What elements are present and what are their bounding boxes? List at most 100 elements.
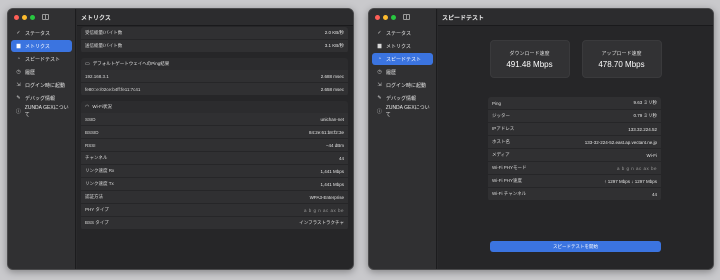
transfer-group: 受信総量/バイト数 2.0 KB/秒送信総量/バイト数 3.1 KB/秒 bbox=[81, 27, 348, 53]
sidebar-item-label: メトリクス bbox=[386, 43, 411, 50]
row-label: fe80::e:/02ce:b4ff:fe11:7c41 bbox=[85, 86, 141, 92]
table-row: ジッター 0.79 ミリ秒 bbox=[488, 110, 661, 123]
upload-card: アップロード速度 478.70 Mbps bbox=[581, 40, 662, 78]
table-row: BSSID 84:2e:61:b8:f2:3e bbox=[81, 126, 348, 139]
row-label: 送信総量/バイト数 bbox=[85, 43, 123, 48]
row-value: 2.658 msec bbox=[320, 86, 344, 92]
row-value: 1,441 Mbps bbox=[320, 168, 344, 174]
sidebar-toggle-icon[interactable] bbox=[42, 14, 49, 20]
download-label: ダウンロード速度 bbox=[509, 50, 550, 57]
ping-section-header: ▭ デフォルトゲートウェイへのPing結果 bbox=[81, 58, 348, 70]
main-content: スピードテスト ダウンロード速度 491.48 Mbps アップロード速度 47… bbox=[438, 9, 713, 269]
row-value: a b g n ac ax be bbox=[616, 165, 657, 171]
sidebar-toggle-icon[interactable] bbox=[403, 14, 410, 20]
table-row: Wi-Fi チャンネル 44 bbox=[488, 188, 661, 201]
table-row: ホスト名 133-32-224-52.east.ap.vectant.ne.jp bbox=[488, 136, 661, 149]
row-label: 受信総量/バイト数 bbox=[85, 30, 123, 35]
sidebar-item-4[interactable]: ⇲ ログイン時に起動 bbox=[372, 79, 433, 91]
start-speedtest-button[interactable]: スピードテストを開始 bbox=[490, 241, 661, 252]
sidebar-item-label: ステータス bbox=[386, 30, 412, 37]
sidebar-item-0[interactable]: ✓ ステータス bbox=[372, 27, 433, 39]
sidebar-item-label: ZUNDA GEXについて bbox=[24, 105, 69, 118]
chart-icon: ▆ bbox=[377, 43, 382, 49]
table-row: BSS タイプ インフラストラクチャ bbox=[81, 217, 348, 230]
monitor-icon: ▭ bbox=[85, 61, 90, 67]
table-row: IPアドレス 133.32.224.52 bbox=[488, 123, 661, 136]
row-label: 認証方法 bbox=[85, 194, 103, 199]
check-icon: ✓ bbox=[377, 30, 382, 36]
row-label: BSS タイプ bbox=[85, 220, 109, 225]
sidebar-item-0[interactable]: ✓ ステータス bbox=[11, 27, 72, 39]
table-row: 送信総量/バイト数 3.1 KB/秒 bbox=[81, 40, 348, 53]
sidebar-item-2[interactable]: ◔ スピードテスト bbox=[372, 53, 433, 65]
row-value: 133.32.224.52 bbox=[628, 126, 657, 132]
close-button[interactable] bbox=[375, 15, 380, 20]
login-icon: ⇲ bbox=[377, 82, 382, 88]
speedometer-icon: ◔ bbox=[16, 56, 21, 62]
sidebar-item-6[interactable]: ⓘ ZUNDA GEXについて bbox=[372, 105, 433, 118]
table-row: RSSI −44 dBm bbox=[81, 139, 348, 152]
table-row: 認証方法 WPA3-Enterprise bbox=[81, 191, 348, 204]
row-value: a b g n ac ax be bbox=[303, 207, 344, 213]
wifi-section-header: ◠ Wi-Fi状況 bbox=[81, 101, 348, 113]
row-label: IPアドレス bbox=[492, 126, 515, 131]
sidebar-item-2[interactable]: ◔ スピードテスト bbox=[11, 53, 72, 65]
sidebar: ✓ ステータス ▆ メトリクス ◔ スピードテスト ◷ 履歴 ⇲ ログイン時に起動 ✎ デバッグ情報 ⓘ… bbox=[8, 9, 76, 269]
row-value: 2.688 msec bbox=[320, 73, 344, 79]
table-row: SSID unichan-net bbox=[81, 113, 348, 126]
row-value: 3.1 KB/秒 bbox=[324, 43, 344, 48]
table-row: リンク速度 Rx 1,441 Mbps bbox=[81, 165, 348, 178]
row-label: Wi-Fi PHY速度 bbox=[492, 178, 522, 183]
table-row: リンク速度 Tx 1,441 Mbps bbox=[81, 178, 348, 191]
ping-section-title: デフォルトゲートウェイへのPing結果 bbox=[92, 61, 170, 66]
sidebar-item-4[interactable]: ⇲ ログイン時に起動 bbox=[11, 79, 72, 91]
row-label: ホスト名 bbox=[492, 139, 510, 144]
chart-icon: ▆ bbox=[16, 43, 21, 49]
wrench-icon: ✎ bbox=[16, 95, 21, 101]
ping-group: ▭ デフォルトゲートウェイへのPing結果 192.168.3.1 2.688 m… bbox=[81, 58, 348, 96]
zoom-button[interactable] bbox=[391, 15, 396, 20]
check-icon: ✓ bbox=[16, 30, 21, 36]
minimize-button[interactable] bbox=[383, 15, 388, 20]
row-value: Wi-Fi bbox=[646, 152, 658, 158]
wifi-group: ◠ Wi-Fi状況 SSID unichan-net BSSID 84:2e:61:b… bbox=[81, 101, 348, 230]
row-label: BSSID bbox=[85, 129, 99, 135]
sidebar-item-5[interactable]: ✎ デバッグ情報 bbox=[11, 92, 72, 104]
sidebar-item-label: ステータス bbox=[25, 30, 51, 37]
sidebar-item-label: ZUNDA GEXについて bbox=[385, 105, 430, 118]
table-row: メディア Wi-Fi bbox=[488, 149, 661, 162]
upload-label: アップロード速度 bbox=[601, 50, 642, 57]
sidebar-item-3[interactable]: ◷ 履歴 bbox=[11, 66, 72, 78]
sidebar-item-3[interactable]: ◷ 履歴 bbox=[372, 66, 433, 78]
sidebar-item-1[interactable]: ▆ メトリクス bbox=[372, 40, 433, 52]
zoom-button[interactable] bbox=[30, 15, 35, 20]
speed-cards: ダウンロード速度 491.48 Mbps アップロード速度 478.70 Mbp… bbox=[438, 40, 713, 78]
speedometer-icon: ◔ bbox=[377, 56, 382, 62]
sidebar-item-label: メトリクス bbox=[25, 43, 50, 50]
row-value: 44 bbox=[338, 155, 344, 161]
row-label: Ping bbox=[492, 100, 502, 106]
sidebar-item-1[interactable]: ▆ メトリクス bbox=[11, 40, 72, 52]
sidebar-item-5[interactable]: ✎ デバッグ情報 bbox=[372, 92, 433, 104]
close-button[interactable] bbox=[14, 15, 19, 20]
sidebar-item-label: デバッグ情報 bbox=[386, 95, 417, 102]
row-label: チャンネル bbox=[85, 155, 108, 160]
clock-icon: ◷ bbox=[16, 69, 21, 75]
download-value: 491.48 Mbps bbox=[506, 59, 553, 69]
row-label: PHY タイプ bbox=[85, 207, 109, 212]
row-value: ↑ 1297 Mbps ↓ 1297 Mbps bbox=[604, 178, 657, 184]
table-row: 192.168.3.1 2.688 msec bbox=[81, 70, 348, 83]
window-controls bbox=[14, 15, 35, 20]
sidebar: ✓ ステータス ▆ メトリクス ◔ スピードテスト ◷ 履歴 ⇲ ログイン時に起動 ✎ デバッグ情報 ⓘ… bbox=[369, 9, 437, 269]
row-label: リンク速度 Tx bbox=[85, 181, 114, 186]
row-value: 84:2e:61:b8:f2:3e bbox=[308, 129, 344, 135]
info-icon: ⓘ bbox=[15, 108, 21, 115]
row-label: リンク速度 Rx bbox=[85, 168, 115, 173]
sidebar-item-6[interactable]: ⓘ ZUNDA GEXについて bbox=[11, 105, 72, 118]
row-value: 2.0 KB/秒 bbox=[324, 30, 344, 35]
row-value: インフラストラクチャ bbox=[299, 220, 344, 225]
table-row: Ping 9.63 ミリ秒 bbox=[488, 97, 661, 110]
table-row: 受信総量/バイト数 2.0 KB/秒 bbox=[81, 27, 348, 40]
minimize-button[interactable] bbox=[22, 15, 27, 20]
row-value: 1,441 Mbps bbox=[320, 181, 344, 187]
